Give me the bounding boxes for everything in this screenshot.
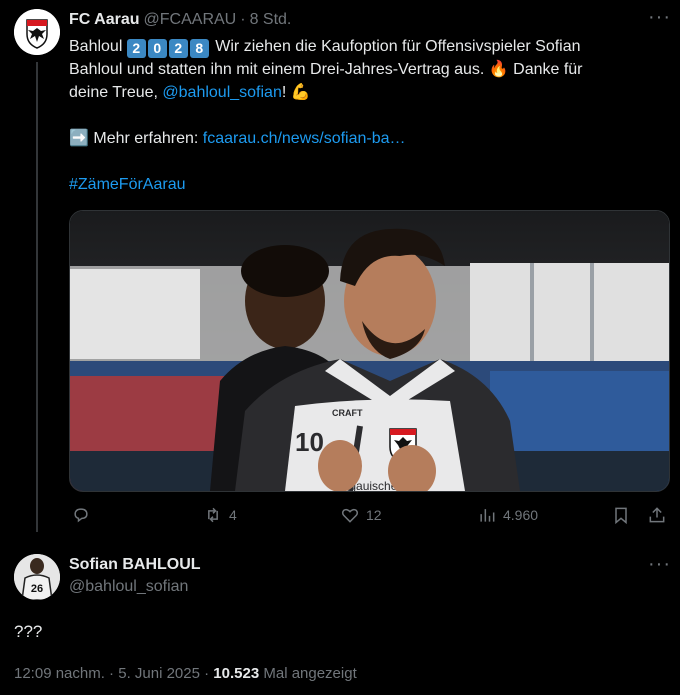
share-icon (649, 507, 665, 523)
tweet-line-3: deine Treue, @bahloul_sofian! 💪 (69, 81, 659, 104)
retweet-button[interactable]: 4 (203, 505, 237, 525)
club-crest-icon (14, 9, 60, 55)
tweet-line-hashtag: #ZämeFörAarau (69, 173, 659, 196)
like-button[interactable]: 12 (340, 505, 382, 525)
keycap-digit: 8 (189, 39, 209, 58)
tweet-line-1: Bahloul 2028 Wir ziehen die Kaufoption f… (69, 35, 659, 58)
reply-view-count: 10.523 (213, 665, 260, 682)
view-count: 4.960 (503, 507, 539, 523)
keycap-digit: 2 (168, 39, 188, 58)
shirt-number: 10 (295, 427, 324, 457)
sofian-avatar[interactable]: 26 (14, 554, 60, 600)
tweet-header: FC Aarau @FCAARAU · 8 Std. (69, 10, 291, 30)
shirt-sponsor: CRAFT (332, 408, 363, 418)
tweet-text-line3: deine Treue, (69, 84, 163, 101)
article-link[interactable]: fcaarau.ch/news/sofian-ba… (203, 130, 406, 147)
tweet-text-line3-end: ! 💪 (281, 84, 311, 101)
tweet-media-photo[interactable]: 10 CRAFT aargauische (69, 210, 670, 492)
tweet-time[interactable]: 8 Std. (250, 11, 292, 29)
bookmark-icon (615, 507, 627, 525)
reply-author-handle[interactable]: @bahloul_sofian (69, 578, 201, 596)
tweet-text-start: Bahloul (69, 38, 127, 55)
author-handle[interactable]: @FCAARAU (144, 11, 237, 29)
bookmark-button[interactable] (611, 505, 631, 525)
reply-author: Sofian BAHLOUL @bahloul_sofian (69, 556, 201, 596)
more-prefix: ➡️ Mehr erfahren: (69, 130, 203, 147)
reply-text: ??? (14, 622, 43, 641)
reply-button[interactable] (71, 505, 97, 525)
keycap-digit: 2 (126, 39, 146, 58)
player-photo: 10 CRAFT aargauische (70, 211, 669, 491)
player-avatar-icon: 26 (14, 554, 60, 600)
retweet-count: 4 (229, 507, 237, 523)
header-separator: · (240, 11, 246, 28)
author-name[interactable]: FC Aarau (69, 11, 140, 29)
reply-meta: 12:09 nachm. · 5. Juni 2025 · 10.523 Mal… (14, 665, 357, 682)
tweet-line-more: ➡️ Mehr erfahren: fcaarau.ch/news/sofian… (69, 127, 659, 150)
hashtag-link[interactable]: #ZämeFörAarau (69, 176, 186, 193)
more-icon[interactable]: ··· (648, 6, 671, 29)
share-button[interactable] (647, 505, 667, 525)
reply-icon (74, 508, 88, 523)
year-keycaps: 2028 (126, 38, 211, 58)
reply-author-name[interactable]: Sofian BAHLOUL (69, 556, 201, 574)
keycap-digit: 0 (147, 39, 167, 58)
reply-view-label: Mal angezeigt (259, 665, 357, 682)
fc-aarau-avatar[interactable] (14, 9, 60, 55)
views-button[interactable]: 4.960 (477, 505, 538, 525)
tweet-actions: 4 12 4.960 (69, 505, 668, 529)
tweet-body: Bahloul 2028 Wir ziehen die Kaufoption f… (69, 35, 659, 196)
tweet-line-2: Bahloul und statten ihn mit einem Drei-J… (69, 61, 583, 78)
tweet-text-line1: Wir ziehen die Kaufoption für Offensivsp… (210, 38, 581, 55)
reply-timestamp[interactable]: 12:09 nachm. · 5. Juni 2025 · (14, 665, 213, 682)
views-icon (480, 509, 495, 522)
mention-link[interactable]: @bahloul_sofian (162, 84, 281, 101)
retweet-icon (208, 507, 218, 523)
more-icon[interactable]: ··· (648, 553, 671, 576)
like-icon (341, 508, 359, 523)
like-count: 12 (366, 507, 382, 523)
thread-line (36, 62, 38, 532)
avatar-number: 26 (31, 583, 43, 595)
